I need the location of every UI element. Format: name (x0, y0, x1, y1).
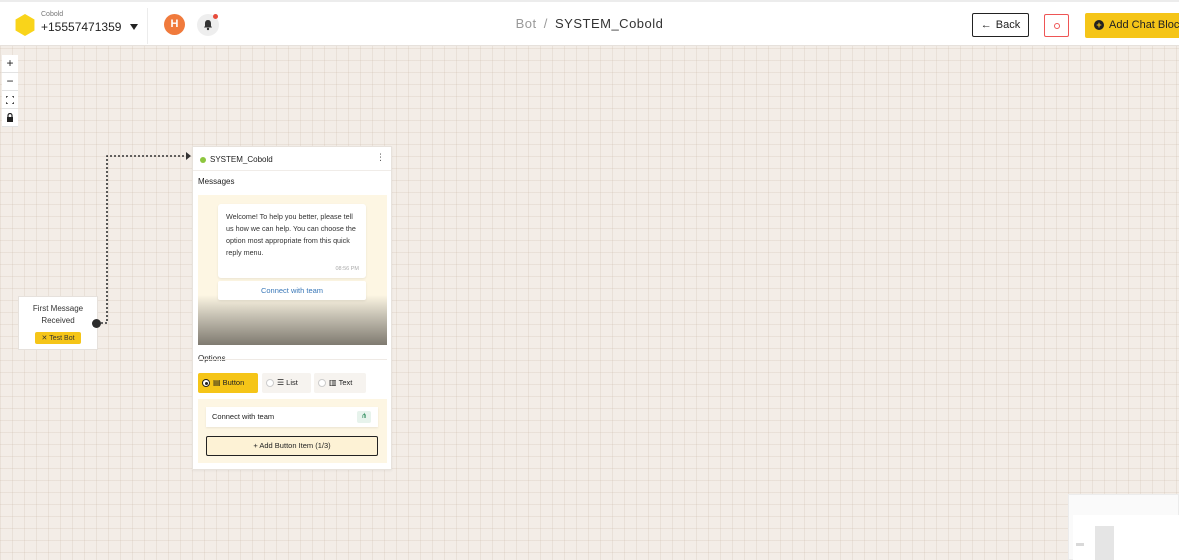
node-output-handle[interactable] (92, 319, 101, 328)
text-icon: ▥ (329, 378, 337, 387)
message-bubble: Welcome! To help you better, please tell… (218, 204, 366, 278)
button-type-icon: ▤ (213, 378, 221, 387)
radio-icon (202, 379, 210, 388)
radio-icon (318, 379, 326, 388)
test-bot-label: Test Bot (49, 335, 75, 342)
button-items-panel: Connect with team ⋔ + Add Button Item (1… (198, 399, 387, 463)
minimap-node (1076, 543, 1084, 546)
start-node[interactable]: First Message Received ✕ Test Bot (18, 296, 98, 350)
chat-block-title: SYSTEM_Cobold (210, 155, 273, 164)
chat-block[interactable]: SYSTEM_Cobold ⋮ Messages Welcome! To hel… (192, 146, 392, 470)
chat-block-header: SYSTEM_Cobold ⋮ (193, 147, 391, 171)
messages-label: Messages (198, 177, 235, 186)
bot-flow-icon[interactable]: ⋔ (357, 411, 371, 423)
test-bot-button[interactable]: ✕ Test Bot (35, 332, 81, 344)
quick-reply-preview: Connect with team (218, 281, 366, 300)
message-text: Welcome! To help you better, please tell… (226, 212, 356, 257)
close-icon: ✕ (41, 335, 48, 342)
option-list-label: List (286, 378, 298, 387)
flow-edge (97, 152, 191, 324)
option-list-tab[interactable]: ☰ List (262, 373, 311, 393)
message-time: 08:56 PM (335, 266, 359, 272)
start-node-title: First Message Received (32, 304, 84, 325)
minimap[interactable] (1068, 494, 1179, 560)
option-button-label: Button (222, 378, 245, 387)
option-button-tab[interactable]: ▤ Button (198, 373, 258, 393)
status-dot (200, 157, 206, 163)
minimap-viewport (1073, 515, 1179, 560)
list-icon: ☰ (277, 378, 285, 387)
message-preview-shade (198, 295, 387, 345)
more-vertical-icon[interactable]: ⋮ (376, 153, 385, 162)
add-button-item-button[interactable]: + Add Button Item (1/3) (206, 436, 378, 456)
message-preview[interactable]: Welcome! To help you better, please tell… (198, 195, 387, 345)
radio-icon (266, 379, 274, 388)
button-item[interactable]: Connect with team ⋔ (206, 407, 378, 427)
minimap-node (1095, 526, 1114, 560)
option-text-tab[interactable]: ▥ Text (314, 373, 366, 393)
divider (198, 359, 387, 360)
option-text-label: Text (338, 378, 353, 387)
button-item-label: Connect with team (212, 412, 275, 421)
arrow-head-icon (186, 152, 191, 160)
